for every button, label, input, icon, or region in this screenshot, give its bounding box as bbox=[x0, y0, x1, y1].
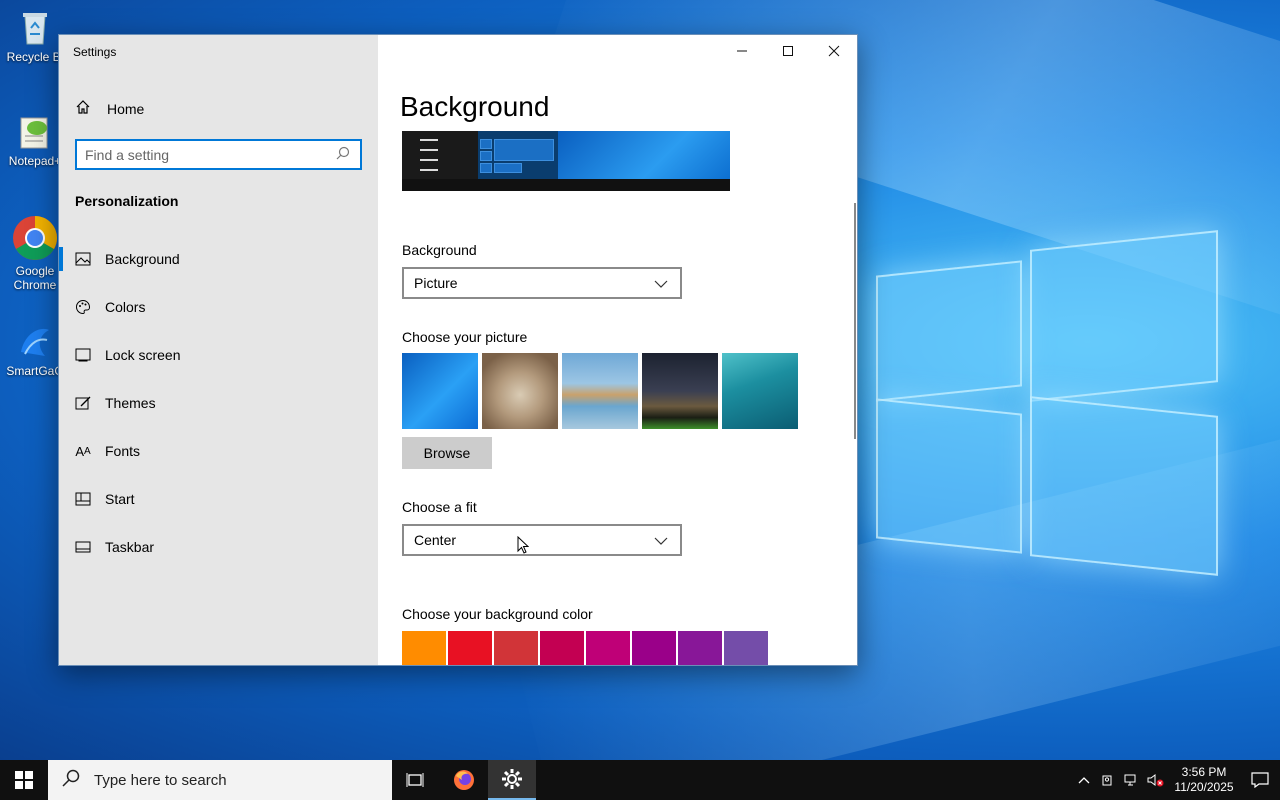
clock-time: 3:56 PM bbox=[1181, 765, 1227, 779]
windows-icon bbox=[15, 771, 33, 789]
sidebar-item-label: Fonts bbox=[105, 443, 141, 459]
search-icon[interactable] bbox=[336, 146, 352, 163]
background-preview bbox=[402, 131, 730, 191]
sidebar-nav: Background Colors Lock screen Themes AA … bbox=[59, 235, 378, 571]
firefox-taskbar-button[interactable] bbox=[440, 760, 488, 800]
home-link[interactable]: Home bbox=[75, 99, 144, 118]
firefox-icon bbox=[454, 770, 474, 790]
picture-icon bbox=[75, 252, 91, 266]
fit-label: Choose a fit bbox=[402, 499, 477, 515]
notification-icon bbox=[1251, 772, 1269, 788]
find-setting-search[interactable] bbox=[75, 139, 362, 170]
scrollbar[interactable] bbox=[854, 203, 856, 439]
desktop-icon-chrome[interactable]: Google Chrome bbox=[4, 214, 66, 292]
sidebar-item-label: Themes bbox=[105, 395, 156, 411]
sidebar-item-label: Start bbox=[105, 491, 135, 507]
background-dropdown[interactable]: Picture bbox=[402, 267, 682, 299]
main-content: Background Background Picture Choose you… bbox=[378, 35, 857, 665]
desktop-icon-smartgag[interactable]: SmartGaG bbox=[4, 322, 66, 378]
category-heading: Personalization bbox=[75, 193, 179, 209]
sidebar-item-fonts[interactable]: AA Fonts bbox=[59, 427, 378, 475]
notification-center-button[interactable] bbox=[1240, 760, 1280, 800]
network-icon[interactable] bbox=[1120, 760, 1144, 800]
taskbar-icon bbox=[75, 541, 91, 553]
sidebar: Settings Home Personalization Background… bbox=[59, 35, 378, 665]
smartgag-icon bbox=[15, 322, 55, 362]
desktop-icon-label: SmartGaG bbox=[6, 364, 64, 378]
start-button[interactable] bbox=[0, 760, 48, 800]
gear-icon bbox=[502, 769, 522, 789]
volume-muted-icon[interactable] bbox=[1144, 760, 1168, 800]
picture-thumbnail[interactable] bbox=[722, 353, 798, 429]
search-input[interactable] bbox=[85, 146, 336, 163]
color-swatch[interactable] bbox=[540, 631, 584, 665]
color-swatch[interactable] bbox=[724, 631, 768, 665]
color-swatch[interactable] bbox=[402, 631, 446, 665]
palette-icon bbox=[75, 299, 91, 315]
lock-screen-icon bbox=[75, 348, 91, 362]
taskbar: Type here to search 3:56 PM 11/20/2025 bbox=[0, 760, 1280, 800]
sidebar-item-background[interactable]: Background bbox=[59, 235, 378, 283]
color-swatches bbox=[402, 631, 768, 665]
settings-taskbar-button[interactable] bbox=[488, 760, 536, 800]
picture-thumbnail[interactable] bbox=[402, 353, 478, 429]
sidebar-item-label: Lock screen bbox=[105, 347, 181, 363]
font-icon: AA bbox=[75, 443, 91, 459]
sidebar-item-lock-screen[interactable]: Lock screen bbox=[59, 331, 378, 379]
desktop-icon-notepadpp[interactable]: Notepad+ bbox=[4, 112, 66, 168]
settings-window: Settings Home Personalization Background… bbox=[58, 34, 858, 666]
background-dropdown-value: Picture bbox=[414, 275, 458, 291]
picture-thumbnail[interactable] bbox=[562, 353, 638, 429]
background-label: Background bbox=[402, 242, 477, 258]
desktop-icon-recycle-bin[interactable]: Recycle Bi bbox=[4, 8, 66, 64]
sidebar-item-taskbar[interactable]: Taskbar bbox=[59, 523, 378, 571]
clock-date: 11/20/2025 bbox=[1174, 780, 1234, 794]
recycle-bin-icon bbox=[15, 8, 55, 48]
task-view-icon bbox=[406, 773, 424, 787]
windows-logo-wallpaper bbox=[872, 222, 1222, 582]
browse-button[interactable]: Browse bbox=[402, 437, 492, 469]
sidebar-item-themes[interactable]: Themes bbox=[59, 379, 378, 427]
clock[interactable]: 3:56 PM 11/20/2025 bbox=[1168, 765, 1240, 795]
fit-dropdown[interactable]: Center bbox=[402, 524, 682, 556]
color-swatch[interactable] bbox=[586, 631, 630, 665]
picture-thumbnail[interactable] bbox=[642, 353, 718, 429]
meet-now-icon[interactable] bbox=[1096, 760, 1120, 800]
start-icon bbox=[75, 492, 91, 506]
page-title: Background bbox=[400, 91, 550, 122]
window-title: Settings bbox=[73, 45, 117, 59]
choose-picture-label: Choose your picture bbox=[402, 329, 528, 345]
sidebar-item-label: Taskbar bbox=[105, 539, 155, 555]
chevron-down-icon bbox=[654, 275, 670, 291]
background-color-label: Choose your background color bbox=[402, 606, 593, 622]
brush-icon bbox=[75, 395, 91, 411]
fit-dropdown-value: Center bbox=[414, 532, 457, 548]
desktop-icon-label: Google Chrome bbox=[13, 264, 57, 292]
color-swatch[interactable] bbox=[448, 631, 492, 665]
chevron-down-icon bbox=[654, 532, 670, 548]
sidebar-item-label: Colors bbox=[105, 299, 146, 315]
home-label: Home bbox=[107, 100, 145, 117]
color-swatch[interactable] bbox=[678, 631, 722, 665]
mouse-cursor-icon bbox=[517, 535, 530, 554]
desktop-icon-label: Notepad+ bbox=[8, 154, 62, 168]
system-tray: 3:56 PM 11/20/2025 bbox=[1072, 760, 1280, 800]
chevron-up-icon[interactable] bbox=[1072, 760, 1096, 800]
chrome-icon bbox=[11, 214, 59, 262]
search-icon bbox=[62, 769, 82, 792]
picture-thumbnail[interactable] bbox=[482, 353, 558, 429]
notepadpp-icon bbox=[15, 112, 55, 152]
desktop-icon-label: Recycle Bi bbox=[6, 50, 64, 64]
taskbar-search[interactable]: Type here to search bbox=[48, 760, 392, 800]
sidebar-item-colors[interactable]: Colors bbox=[59, 283, 378, 331]
color-swatch[interactable] bbox=[632, 631, 676, 665]
color-swatch[interactable] bbox=[494, 631, 538, 665]
sidebar-item-label: Background bbox=[105, 251, 180, 267]
home-icon bbox=[75, 99, 91, 118]
sidebar-item-start[interactable]: Start bbox=[59, 475, 378, 523]
taskbar-search-placeholder: Type here to search bbox=[94, 771, 227, 789]
picture-thumbnails bbox=[402, 353, 798, 429]
task-view-button[interactable] bbox=[392, 760, 440, 800]
